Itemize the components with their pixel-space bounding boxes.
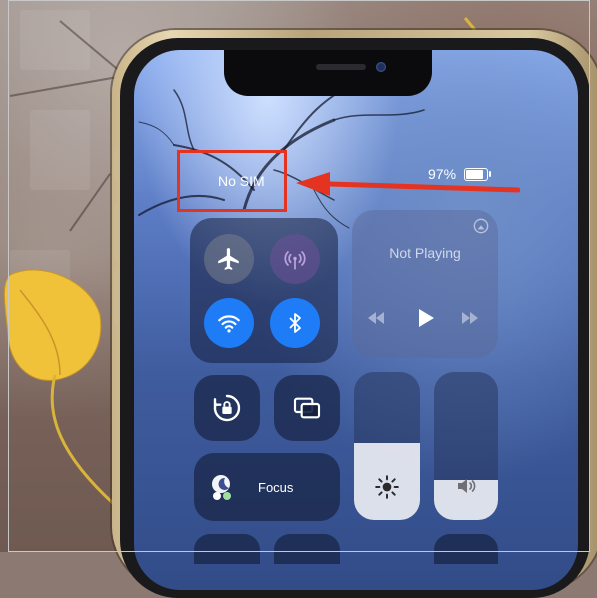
airplane-icon xyxy=(218,248,239,270)
orientation-lock-button[interactable] xyxy=(194,375,260,441)
notch xyxy=(224,50,432,96)
front-camera xyxy=(376,62,386,72)
annotation-highlight-box xyxy=(177,150,287,212)
moon-icon xyxy=(212,475,231,500)
rewind-icon[interactable] xyxy=(366,311,386,325)
wifi-button[interactable] xyxy=(204,298,254,348)
rotation-lock-icon xyxy=(213,394,241,422)
wifi-icon xyxy=(218,315,240,333)
sun-icon xyxy=(375,475,399,499)
speaker-icon xyxy=(458,479,476,493)
ground-crack xyxy=(9,74,129,97)
now-playing-label: Not Playing xyxy=(389,245,461,261)
annotation-arrow xyxy=(296,172,520,196)
ground-tile xyxy=(20,10,90,70)
volume-slider[interactable] xyxy=(434,372,498,520)
screen-mirroring-icon xyxy=(293,397,321,419)
play-icon[interactable] xyxy=(417,308,435,328)
control-tile-partial[interactable] xyxy=(274,534,340,564)
antenna-icon xyxy=(284,251,306,270)
cellular-data-button[interactable] xyxy=(270,234,320,284)
screen-mirroring-button[interactable] xyxy=(274,375,340,441)
brightness-slider[interactable] xyxy=(354,372,420,520)
earpiece-speaker xyxy=(316,64,366,70)
airplay-icon[interactable] xyxy=(473,218,489,234)
fast-forward-icon[interactable] xyxy=(460,311,480,325)
bluetooth-icon xyxy=(289,313,301,333)
focus-label: Focus xyxy=(258,480,294,495)
airplane-mode-button[interactable] xyxy=(204,234,254,284)
control-tile-partial[interactable] xyxy=(434,534,498,564)
control-tile-partial[interactable] xyxy=(194,534,260,564)
bluetooth-button[interactable] xyxy=(270,298,320,348)
ground-tile xyxy=(30,110,90,190)
